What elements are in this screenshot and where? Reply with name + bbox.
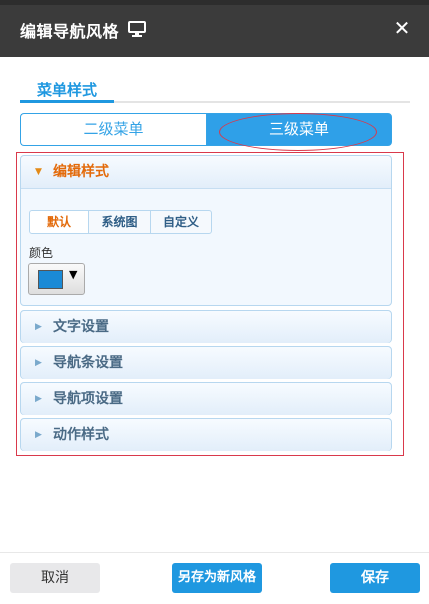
expanded-arrow-icon: ▼	[35, 167, 42, 177]
cancel-button[interactable]: 取消	[10, 563, 100, 593]
panel-edit-style-header[interactable]: ▼ 编辑样式	[21, 156, 391, 189]
panel-navitem-settings[interactable]: ▶ 导航项设置	[20, 382, 392, 415]
panel-title: 编辑样式	[53, 164, 109, 180]
panel-navbar-settings-header[interactable]: ▶ 导航条设置	[21, 347, 391, 379]
collapsed-arrow-icon: ▶	[35, 358, 42, 368]
monitor-icon	[128, 21, 146, 37]
panel-edit-style: ▼ 编辑样式 默认 系统图 自定义 颜色 ▼	[20, 155, 392, 306]
tertiary-menu-option[interactable]: 三级菜单	[206, 113, 392, 146]
color-swatch	[38, 270, 63, 289]
panel-text-settings[interactable]: ▶ 文字设置	[20, 310, 392, 343]
panel-title: 导航条设置	[53, 355, 123, 371]
collapsed-arrow-icon: ▶	[35, 394, 42, 404]
collapsed-arrow-icon: ▶	[35, 322, 42, 332]
panel-navbar-settings[interactable]: ▶ 导航条设置	[20, 346, 392, 379]
color-label: 颜色	[29, 246, 54, 260]
subtab-default[interactable]: 默认	[29, 210, 89, 234]
subtab-custom[interactable]: 自定义	[150, 210, 212, 234]
panel-title: 文字设置	[53, 319, 109, 335]
collapsed-arrow-icon: ▶	[35, 430, 42, 440]
dialog-header: 编辑导航风格 ✕	[0, 0, 429, 57]
panel-navitem-settings-header[interactable]: ▶ 导航项设置	[21, 383, 391, 415]
panel-text-settings-header[interactable]: ▶ 文字设置	[21, 311, 391, 343]
subtab-system-image[interactable]: 系统图	[88, 210, 151, 234]
footer-divider	[0, 552, 429, 553]
dialog-title: 编辑导航风格	[20, 22, 120, 41]
panel-action-style-header[interactable]: ▶ 动作样式	[21, 419, 391, 451]
panel-action-style[interactable]: ▶ 动作样式	[20, 418, 392, 451]
panel-title: 动作样式	[53, 427, 109, 443]
secondary-menu-option[interactable]: 二级菜单	[20, 113, 206, 146]
panel-title: 导航项设置	[53, 391, 123, 407]
color-picker[interactable]: ▼	[28, 263, 85, 295]
close-icon[interactable]: ✕	[390, 16, 414, 40]
save-as-new-style-button[interactable]: 另存为新风格	[172, 563, 262, 593]
save-button[interactable]: 保存	[330, 563, 420, 593]
dropdown-arrow-icon: ▼	[69, 268, 78, 281]
tab-active-indicator	[20, 100, 114, 103]
header-top-strip	[0, 0, 429, 5]
tab-menu-style[interactable]: 菜单样式	[21, 79, 113, 101]
